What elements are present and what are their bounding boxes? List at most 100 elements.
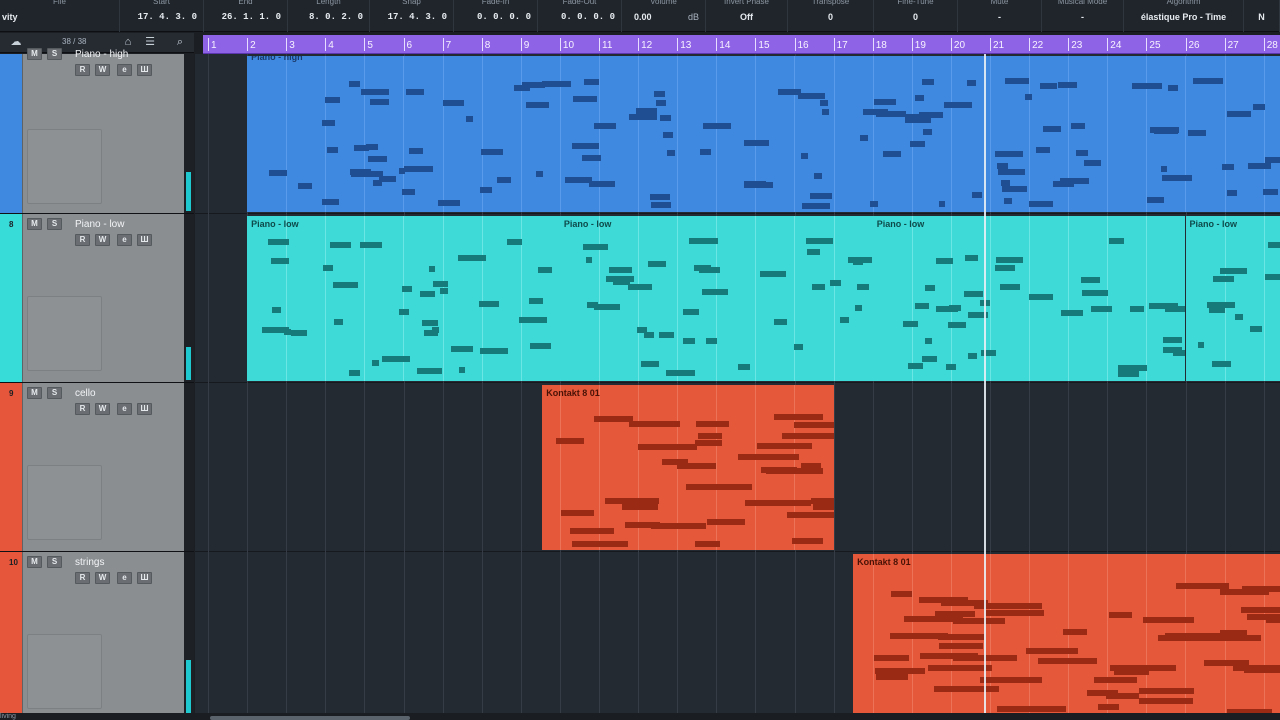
- part-bar-line: [481, 216, 483, 381]
- track-picture[interactable]: [27, 465, 102, 540]
- track-color-strip[interactable]: 9: [0, 383, 22, 551]
- solo-button[interactable]: S: [47, 387, 62, 399]
- track-picture[interactable]: [27, 634, 102, 709]
- cloud-icon[interactable]: ☁: [8, 35, 24, 50]
- midi-note: [593, 416, 633, 423]
- part-bar-line: [1224, 56, 1226, 212]
- track-piano-high[interactable]: M S Piano - high R W e Ш: [0, 48, 194, 214]
- info-field-extra[interactable]: N: [1244, 0, 1280, 32]
- info-field-algorithm[interactable]: Algorithm élastique Pro - Time: [1124, 0, 1244, 32]
- solo-button[interactable]: S: [47, 218, 62, 230]
- ruler-tick: [755, 38, 757, 51]
- midi-note: [629, 420, 681, 427]
- info-field-start[interactable]: Start 17. 4. 3. 0: [120, 0, 204, 32]
- ruler[interactable]: 1 2 3 4 5 6 7 8 9 10 11 12 13 14 15 16 17 18 19 20 21 22 23 24 2…: [203, 35, 1280, 54]
- midi-part[interactable]: Piano - high: [247, 56, 1280, 212]
- mute-button[interactable]: M: [27, 48, 42, 60]
- midi-note: [1219, 267, 1247, 274]
- midi-note: [1036, 147, 1050, 154]
- read-automation-button[interactable]: R: [75, 64, 90, 76]
- midi-part[interactable]: Piano - low: [559, 216, 873, 381]
- info-field-fade-in[interactable]: Fade-In 0. 0. 0. 0: [454, 0, 538, 32]
- track-color-strip[interactable]: 8: [0, 214, 22, 382]
- ruler-tick: [1068, 38, 1070, 51]
- part-bar-line: [1185, 56, 1187, 212]
- track-visibility-icon[interactable]: ⌂: [120, 35, 136, 50]
- track-name[interactable]: Piano - low: [75, 219, 124, 230]
- instrument-button[interactable]: Ш: [137, 572, 152, 584]
- write-automation-button[interactable]: W: [95, 234, 110, 246]
- track-picture[interactable]: [27, 129, 102, 204]
- midi-part[interactable]: Piano - low: [1185, 216, 1280, 381]
- midi-note: [700, 149, 711, 156]
- read-automation-button[interactable]: R: [75, 572, 90, 584]
- midi-note: [909, 140, 926, 147]
- midi-note: [572, 540, 629, 547]
- part-bar-line: [1029, 56, 1031, 212]
- track-piano-low[interactable]: 8 M S Piano - low R W e Ш: [0, 214, 194, 383]
- write-automation-button[interactable]: W: [95, 64, 110, 76]
- ruler-tick: [1029, 38, 1031, 51]
- write-automation-button[interactable]: W: [95, 572, 110, 584]
- read-automation-button[interactable]: R: [75, 234, 90, 246]
- midi-part[interactable]: Piano - low: [872, 216, 1186, 381]
- ruler-bar-number: 26: [1188, 40, 1200, 51]
- horizontal-scrollbar[interactable]: [210, 716, 410, 720]
- track-picture[interactable]: [27, 296, 102, 371]
- arrange-window[interactable]: Piano - high Piano - low Piano - low Piano …: [195, 54, 1280, 720]
- track-strings[interactable]: 10 M S strings R W e Ш: [0, 552, 194, 720]
- info-field-musical-mode[interactable]: Musical Mode -: [1042, 0, 1124, 32]
- write-automation-button[interactable]: W: [95, 403, 110, 415]
- info-field-fine-tune[interactable]: Fine-Tune 0: [874, 0, 958, 32]
- track-name[interactable]: cello: [75, 388, 96, 399]
- mute-button[interactable]: M: [27, 556, 42, 568]
- info-field-length[interactable]: Length 8. 0. 2. 0: [288, 0, 370, 32]
- ruler-tick: [794, 38, 796, 51]
- list-options-icon[interactable]: ☰: [142, 35, 158, 50]
- search-icon[interactable]: ⌕: [172, 35, 188, 50]
- info-field-transpose[interactable]: Transpose 0: [788, 0, 874, 32]
- instrument-button[interactable]: Ш: [137, 64, 152, 76]
- info-field-end[interactable]: End 26. 1. 1. 0: [204, 0, 288, 32]
- part-bar-line: [442, 216, 444, 381]
- info-field-file[interactable]: File vity: [0, 0, 120, 32]
- part-bar-line: [911, 216, 913, 381]
- instrument-button[interactable]: Ш: [137, 234, 152, 246]
- part-bar-line: [716, 385, 718, 550]
- read-automation-button[interactable]: R: [75, 403, 90, 415]
- solo-button[interactable]: S: [47, 48, 62, 60]
- ruler-tick: [677, 38, 679, 51]
- midi-part[interactable]: Kontakt 8 01: [542, 385, 834, 550]
- midi-note: [811, 498, 834, 505]
- info-field-snap[interactable]: Snap 17. 4. 3. 0: [370, 0, 454, 32]
- instrument-button[interactable]: Ш: [137, 403, 152, 415]
- edit-channel-button[interactable]: e: [117, 234, 132, 246]
- track-name[interactable]: strings: [75, 557, 104, 568]
- midi-note: [542, 80, 571, 87]
- midi-part[interactable]: Piano - low: [247, 216, 560, 381]
- midi-part[interactable]: Kontakt 8 01: [853, 554, 1280, 718]
- solo-button[interactable]: S: [47, 556, 62, 568]
- midi-note: [372, 179, 383, 186]
- midi-note: [676, 463, 717, 470]
- midi-note: [666, 150, 675, 157]
- info-field-invert-phase[interactable]: Invert Phase Off: [706, 0, 788, 32]
- edit-channel-button[interactable]: e: [117, 64, 132, 76]
- part-bar-line: [598, 216, 600, 381]
- edit-channel-button[interactable]: e: [117, 572, 132, 584]
- info-field-fade-out[interactable]: Fade-Out 0. 0. 0. 0: [538, 0, 622, 32]
- midi-note: [967, 80, 976, 87]
- midi-note: [891, 590, 912, 597]
- project-cursor[interactable]: [984, 54, 987, 720]
- track-color-strip[interactable]: [0, 54, 22, 213]
- mute-button[interactable]: M: [27, 218, 42, 230]
- info-field-volume[interactable]: Volume 0.00 dB: [622, 0, 706, 32]
- midi-note: [812, 283, 826, 290]
- track-color-strip[interactable]: 10: [0, 552, 22, 719]
- track-cello[interactable]: 9 M S cello R W e Ш: [0, 383, 194, 552]
- edit-channel-button[interactable]: e: [117, 403, 132, 415]
- midi-note: [688, 238, 719, 245]
- info-field-mute[interactable]: Mute -: [958, 0, 1042, 32]
- mute-button[interactable]: M: [27, 387, 42, 399]
- track-name[interactable]: Piano - high: [75, 49, 128, 60]
